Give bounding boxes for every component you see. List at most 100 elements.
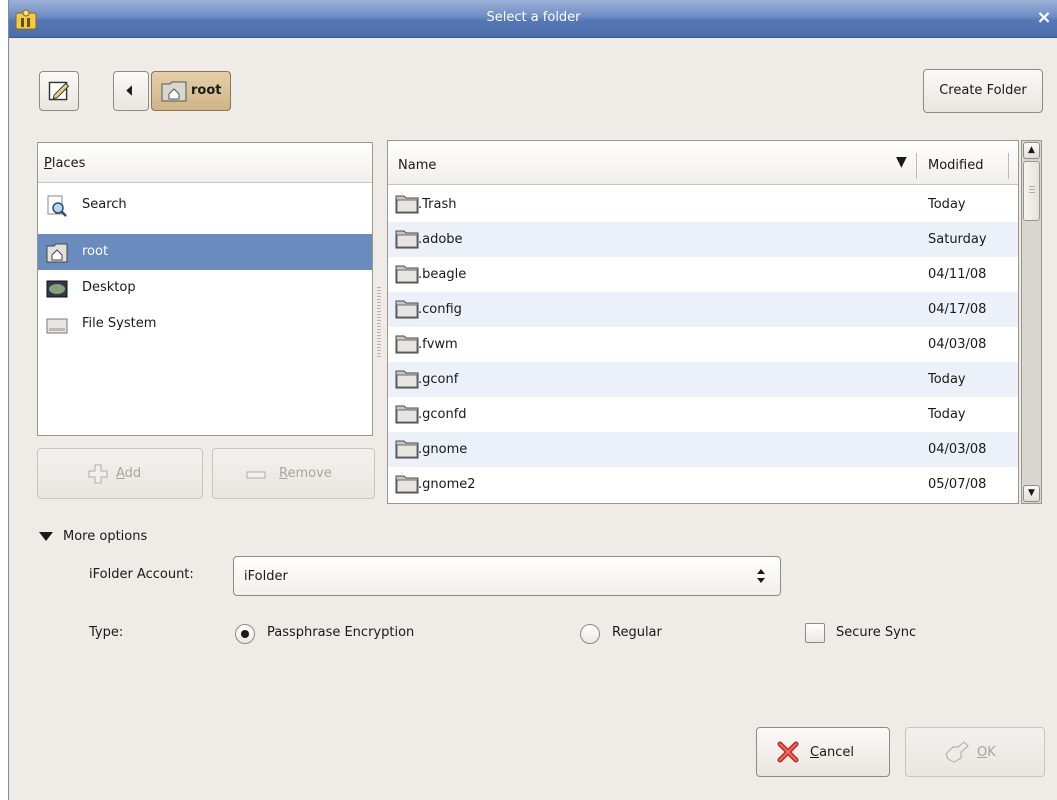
cancel-button[interactable]: Cancel: [756, 727, 890, 777]
file-modified: 04/11/08: [928, 267, 987, 282]
sidebar-item-label: Desktop: [82, 280, 136, 295]
account-label: iFolder Account:: [89, 567, 194, 582]
file-name: .beagle: [418, 267, 467, 282]
sidebar-item-label: File System: [82, 316, 157, 331]
account-select-value: iFolder: [244, 569, 288, 584]
sidebar-item-desktop[interactable]: Desktop: [38, 270, 372, 306]
file-modified: 04/03/08: [928, 337, 987, 352]
account-select[interactable]: iFolder: [233, 556, 781, 596]
file-modified: Today: [928, 197, 966, 212]
desktop-icon: [46, 280, 68, 298]
column-divider[interactable]: [916, 153, 917, 179]
file-name: .gconfd: [418, 407, 467, 422]
sidebar-item-label: root: [82, 244, 109, 259]
table-row[interactable]: .config 04/17/08: [388, 292, 1018, 327]
file-list: Name ▼ Modified .Trash Today .adobe Saturda…: [387, 140, 1019, 504]
folder-icon: [395, 370, 419, 389]
table-row[interactable]: .gnome2 05/07/08: [388, 467, 1018, 502]
table-row[interactable]: .adobe Saturday: [388, 222, 1018, 257]
table-row[interactable]: .beagle 04/11/08: [388, 257, 1018, 292]
home-folder-icon: [161, 81, 187, 102]
path-button-label: root: [191, 83, 222, 98]
places-header[interactable]: Places: [38, 143, 372, 183]
drive-icon: [46, 318, 68, 334]
sidebar-item-label: Search: [82, 197, 127, 212]
table-row[interactable]: .Trash Today: [388, 187, 1018, 222]
scrollbar-thumb[interactable]: [1023, 161, 1040, 221]
folder-icon: [395, 195, 419, 214]
file-modified: Today: [928, 372, 966, 387]
select-folder-dialog: Select a folder × root Create Folder Pla…: [8, 0, 1057, 800]
file-name: .fvwm: [418, 337, 458, 352]
table-row[interactable]: .gconfd Today: [388, 397, 1018, 432]
title-bar[interactable]: Select a folder ×: [9, 0, 1057, 38]
column-header-modified[interactable]: Modified: [928, 158, 983, 173]
file-name: .Trash: [418, 197, 457, 212]
type-label: Type:: [89, 625, 124, 640]
add-button-label: Add: [116, 466, 142, 481]
folder-icon: [395, 440, 419, 459]
column-header-name[interactable]: Name: [398, 158, 436, 173]
create-folder-button[interactable]: Create Folder: [923, 69, 1043, 113]
file-modified: 05/07/08: [928, 477, 987, 492]
secure-sync-checkbox[interactable]: [805, 623, 825, 643]
back-button[interactable]: [113, 71, 149, 111]
regular-radio[interactable]: [580, 624, 600, 644]
plus-icon: [88, 464, 108, 484]
passphrase-encryption-radio[interactable]: [235, 624, 255, 644]
scroll-up-icon[interactable]: ▲: [1023, 142, 1040, 159]
updown-arrows-icon: [757, 569, 765, 583]
folder-icon: [395, 300, 419, 319]
places-header-label: Places: [44, 156, 86, 171]
file-name: .gnome: [418, 442, 468, 457]
folder-icon: [395, 405, 419, 424]
more-options-expander[interactable]: More options: [39, 529, 147, 544]
remove-button-label: Remove: [279, 466, 332, 481]
window-title: Select a folder: [486, 10, 581, 25]
path-button-root[interactable]: root: [151, 71, 231, 111]
edit-location-icon: [48, 81, 70, 101]
cancel-button-label: Cancel: [810, 745, 855, 760]
add-bookmark-button[interactable]: Add: [37, 448, 203, 499]
more-options-label: More options: [63, 529, 148, 544]
file-list-scrollbar[interactable]: ▲ ▼: [1021, 140, 1042, 504]
secure-sync-label[interactable]: Secure Sync: [836, 625, 916, 640]
pane-splitter-handle[interactable]: [377, 287, 381, 357]
left-arrow-icon: [126, 85, 132, 96]
sidebar-item-search[interactable]: Search: [38, 187, 372, 223]
minus-icon: [246, 471, 266, 479]
remove-bookmark-button[interactable]: Remove: [212, 448, 375, 499]
file-modified: 04/17/08: [928, 302, 987, 317]
column-divider[interactable]: [1008, 153, 1009, 179]
table-row[interactable]: .gconf Today: [388, 362, 1018, 397]
folder-icon: [395, 475, 419, 494]
folder-icon: [395, 335, 419, 354]
scroll-down-icon[interactable]: ▼: [1023, 485, 1040, 502]
cancel-x-icon: [777, 741, 799, 763]
places-panel: Places Search root Desktop File System: [37, 142, 373, 436]
close-icon[interactable]: ×: [1034, 8, 1054, 28]
file-modified: 04/03/08: [928, 442, 987, 457]
passphrase-encryption-label[interactable]: Passphrase Encryption: [267, 625, 414, 640]
sidebar-item-file-system[interactable]: File System: [38, 306, 372, 342]
file-name: .gnome2: [418, 477, 476, 492]
regular-label[interactable]: Regular: [612, 625, 662, 640]
home-folder-icon: [46, 243, 68, 263]
search-icon: [47, 195, 67, 217]
sort-descending-icon[interactable]: ▼: [896, 154, 907, 170]
file-modified: Today: [928, 407, 966, 422]
file-name: .config: [418, 302, 462, 317]
table-row[interactable]: .fvwm 04/03/08: [388, 327, 1018, 362]
ok-button-label: OK: [977, 745, 996, 760]
edit-location-button[interactable]: [39, 71, 79, 111]
ok-button[interactable]: OK: [905, 727, 1045, 777]
folder-icon: [395, 265, 419, 284]
file-name: .gconf: [418, 372, 459, 387]
folder-icon: [395, 230, 419, 249]
file-list-header: Name ▼ Modified: [388, 141, 1018, 185]
expander-triangle-icon: [39, 532, 53, 541]
sidebar-item-root[interactable]: root: [38, 234, 372, 270]
file-modified: Saturday: [928, 232, 987, 247]
ok-hand-icon: [945, 741, 969, 763]
table-row[interactable]: .gnome 04/03/08: [388, 432, 1018, 467]
